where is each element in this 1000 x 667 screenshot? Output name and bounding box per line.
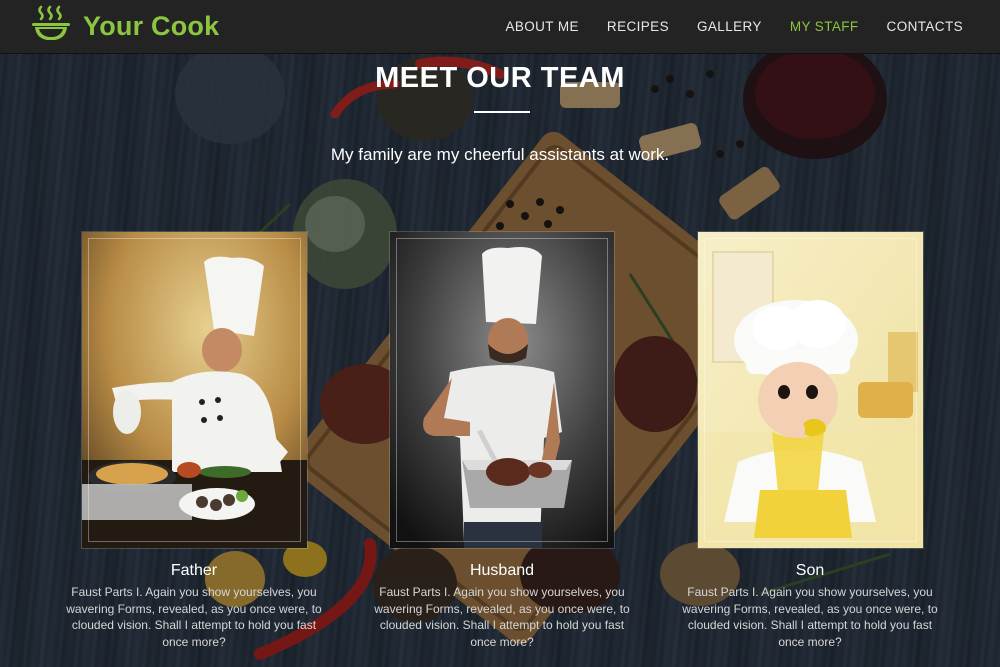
member-bio: Faust Parts I. Again you show yourselves… <box>682 585 938 649</box>
chef-slicing-roast-photo <box>389 231 615 549</box>
nav-my-staff[interactable]: MY STAFF <box>790 19 859 34</box>
steaming-bowl-icon <box>30 5 72 48</box>
member-name: Father <box>170 562 218 579</box>
member-bio: Faust Parts I. Again you show yourselves… <box>374 585 630 649</box>
title-underline <box>474 111 530 113</box>
page-title: MEET OUR TEAM <box>375 62 625 94</box>
page-subtitle: My family are my cheerful assistants at … <box>330 145 670 164</box>
member-bio: Faust Parts I. Again you show yourselves… <box>66 585 322 649</box>
member-name: Husband <box>469 562 535 579</box>
nav-recipes[interactable]: RECIPES <box>607 19 669 34</box>
baby-chef-eating-pepper-photo <box>697 231 924 549</box>
logo[interactable]: Your Cook <box>30 0 219 54</box>
nav-about-me[interactable]: ABOUT ME <box>505 19 578 34</box>
older-chef-pouring-sauce-photo <box>81 231 308 549</box>
nav-contacts[interactable]: CONTACTS <box>887 19 963 34</box>
nav-gallery[interactable]: GALLERY <box>697 19 762 34</box>
site-header: Your Cook ABOUT ME RECIPES GALLERY MY ST… <box>0 0 1000 54</box>
brand-name: Your Cook <box>83 11 220 41</box>
member-name: Son <box>795 562 825 579</box>
main-nav: ABOUT ME RECIPES GALLERY MY STAFF CONTAC… <box>477 0 963 54</box>
